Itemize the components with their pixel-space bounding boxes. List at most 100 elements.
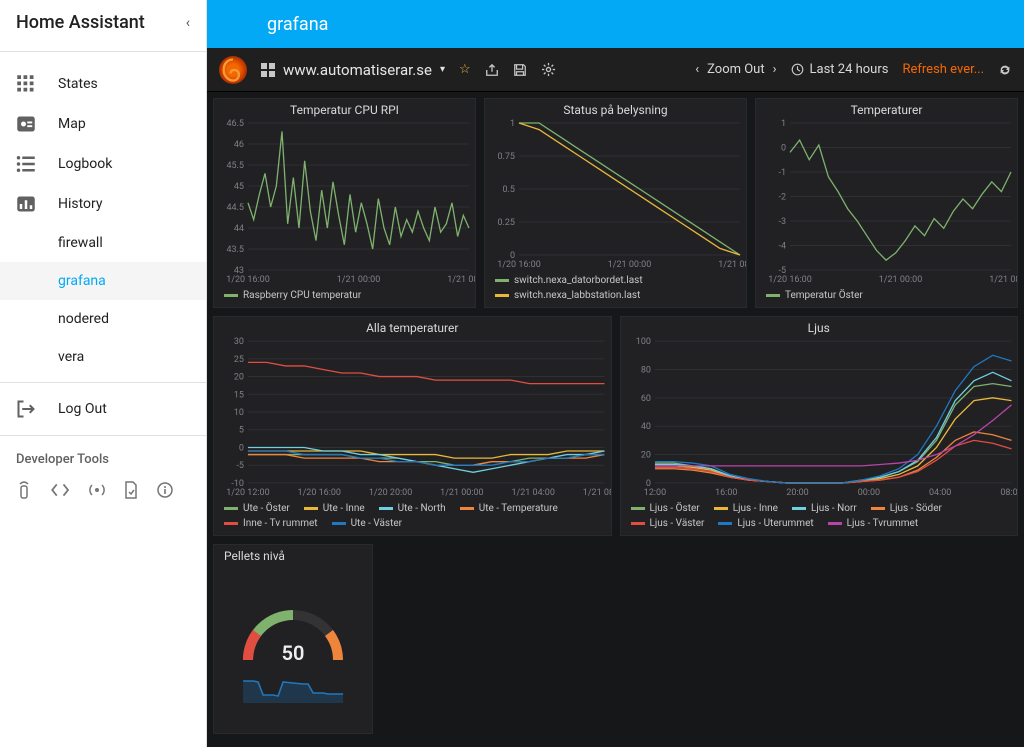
nav-history[interactable]: History [0,184,206,224]
svg-text:0.5: 0.5 [503,185,516,195]
dashboard-picker[interactable]: www.automatiserar.se ▾ [261,61,445,79]
dev-remote-icon[interactable] [16,481,32,499]
chart: 4343.54444.54545.54646.51/20 16:001/21 0… [214,119,475,286]
nav-vera[interactable]: ∙vera [0,338,206,376]
svg-text:0: 0 [781,144,786,154]
panel-temperatures[interactable]: Temperaturer -5-4-3-2-1011/20 16:001/21 … [755,98,1018,308]
svg-text:08:00: 08:00 [1000,488,1017,498]
nav-map[interactable]: Map [0,104,206,144]
legend-item[interactable]: Ute - North [379,503,446,514]
nav: States Map Logbook History ∙firewa [0,58,206,429]
legend-item[interactable]: Inne - Tv rummet [224,518,318,529]
dev-tools-title: Developer Tools [0,442,206,473]
nav-firewall[interactable]: ∙firewall [0,224,206,262]
dev-file-icon[interactable] [124,481,138,499]
panel-title: Alla temperaturer [214,317,611,337]
legend-item[interactable]: Ljus - Öster [631,503,700,514]
grafana-logo-icon[interactable] [219,56,247,84]
svg-text:1/21 08:00: 1/21 08:00 [583,488,611,498]
account-icon [16,114,36,134]
chevron-right-icon[interactable]: › [773,62,777,77]
svg-text:20:00: 20:00 [786,488,808,498]
collapse-sidebar-icon[interactable]: ‹ [186,15,190,31]
apps-icon [16,74,36,94]
legend-item[interactable]: Ute - Inne [304,503,365,514]
legend-item[interactable]: Ljus - Uterummet [718,518,813,529]
dev-template-icon[interactable] [50,481,70,499]
legend-item[interactable]: Ute - Temperature [460,503,558,514]
dev-radio-icon[interactable] [88,481,106,499]
nav-label: Logbook [58,156,112,172]
svg-text:46.5: 46.5 [226,119,244,129]
nav-logout[interactable]: Log Out [0,389,206,429]
svg-text:15: 15 [234,390,244,400]
chevron-left-icon[interactable]: ‹ [695,62,699,77]
legend-item[interactable]: Ljus - Väster [631,518,705,529]
zoom-control[interactable]: ‹ Zoom Out › [695,62,776,77]
legend-item[interactable]: Raspberry CPU temperatur [224,290,361,301]
svg-text:-4: -4 [778,242,786,252]
svg-text:20: 20 [234,373,244,383]
svg-text:1/21 00:00: 1/21 00:00 [440,488,483,498]
nav-logbook[interactable]: Logbook [0,144,206,184]
legend-item[interactable]: Ljus - Norr [792,503,857,514]
page-title: grafana [267,14,328,35]
logout-icon [16,399,36,419]
svg-text:60: 60 [640,394,650,404]
panel-light[interactable]: Ljus 02040608010012:0016:0020:0000:0004:… [620,316,1019,536]
refresh-interval[interactable]: Refresh ever... [902,62,984,77]
save-icon[interactable] [513,63,527,77]
chart: -10-50510152025301/20 12:001/20 16:001/2… [214,337,611,499]
chevron-down-icon: ▾ [440,64,445,75]
legend-item[interactable]: Ute - Väster [332,518,403,529]
svg-text:1/20 16:00: 1/20 16:00 [497,260,541,270]
dashboard-name: www.automatiserar.se [283,61,432,79]
panel-light-status[interactable]: Status på belysning 00.250.50.7511/20 16… [484,98,747,308]
svg-text:100: 100 [635,337,650,347]
panel-all-temperatures[interactable]: Alla temperaturer -10-50510152025301/20 … [213,316,612,536]
refresh-icon[interactable] [998,63,1012,77]
svg-text:-5: -5 [236,461,244,471]
svg-text:00:00: 00:00 [857,488,879,498]
svg-text:1/20 16:00: 1/20 16:00 [768,275,812,285]
sidebar: Home Assistant ‹ States Map Logbo [0,0,207,747]
time-range-picker[interactable]: Last 24 hours [791,62,889,77]
share-icon[interactable] [485,63,499,77]
sidebar-header: Home Assistant ‹ [0,0,206,45]
svg-text:1/21 08:00: 1/21 08:00 [989,275,1017,285]
nav-nodered[interactable]: ∙nodered [0,300,206,338]
legend-item[interactable]: Ljus - Inne [714,503,778,514]
svg-text:1/21 00:00: 1/21 00:00 [337,275,381,285]
panel-title: Status på belysning [485,99,746,119]
star-icon[interactable]: ☆ [459,62,471,77]
svg-text:40: 40 [640,422,650,432]
legend-item[interactable]: Ljus - Tvrummet [828,518,918,529]
clock-icon [791,63,804,76]
legend: Raspberry CPU temperatur [214,286,475,307]
legend-item[interactable]: switch.nexa_labbstation.last [495,290,736,301]
legend-item[interactable]: Temperatur Öster [766,290,863,301]
legend-item[interactable]: switch.nexa_datorbordet.last [495,275,736,286]
dev-info-icon[interactable] [156,481,174,499]
gauge-value: 50 [233,641,353,665]
panel-cpu-temp[interactable]: Temperatur CPU RPI 4343.54444.54545.5464… [213,98,476,308]
settings-icon[interactable] [541,62,556,77]
svg-text:1/20 20:00: 1/20 20:00 [369,488,412,498]
svg-text:1/21 04:00: 1/21 04:00 [512,488,555,498]
legend-item[interactable]: Ute - Öster [224,503,290,514]
panel-pellets[interactable]: Pellets nivå 50 [213,544,373,734]
svg-text:1/20 12:00: 1/20 12:00 [226,488,269,498]
svg-text:25: 25 [234,355,244,365]
nav-grafana[interactable]: ∙grafana [0,262,206,300]
panel-title: Pellets nivå [214,545,372,565]
chart-icon [16,194,36,214]
app-title: Home Assistant [16,12,145,33]
legend-item[interactable]: Ljus - Söder [871,503,942,514]
svg-text:1/21 00:00: 1/21 00:00 [879,275,923,285]
nav-label: Map [58,116,86,132]
nav-label: History [58,196,103,212]
nav-states[interactable]: States [0,64,206,104]
svg-text:-3: -3 [778,217,786,227]
grid-icon [261,63,275,77]
legend: Ljus - Öster Ljus - Inne Ljus - Norr Ljus -… [621,499,1018,535]
